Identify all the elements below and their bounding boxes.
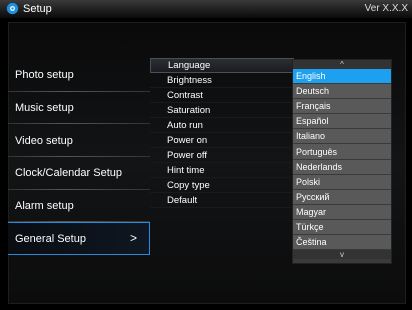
general-setup-submenu: Language Brightness Contrast Saturation … xyxy=(150,58,294,208)
language-option-russian[interactable]: Русский xyxy=(293,189,391,205)
submenu-item-auto-run[interactable]: Auto run xyxy=(150,118,294,133)
chevron-right-icon: > xyxy=(129,231,137,246)
language-option-turkce[interactable]: Türkçe xyxy=(293,219,391,236)
language-dropdown[interactable]: ^ English Deutsch Français Español Itali… xyxy=(292,59,392,264)
submenu-item-power-off[interactable]: Power off xyxy=(150,148,294,163)
submenu-item-language[interactable]: Language xyxy=(150,58,294,73)
scroll-down-icon[interactable]: v xyxy=(293,250,391,260)
menu-item-label: Video setup xyxy=(15,134,73,147)
menu-item-music-setup[interactable]: Music setup xyxy=(8,92,150,125)
title-bar: Setup Ver X.X.X xyxy=(0,0,412,19)
submenu-item-contrast[interactable]: Contrast xyxy=(150,88,294,103)
language-option-nederlands[interactable]: Nederlands xyxy=(293,159,391,175)
menu-item-label: General Setup xyxy=(15,232,86,245)
language-option-polski[interactable]: Polski xyxy=(293,174,391,190)
language-option-deutsch[interactable]: Deutsch xyxy=(293,84,391,100)
language-option-english[interactable]: English xyxy=(293,69,391,85)
menu-item-label: Photo setup xyxy=(15,69,74,82)
menu-item-label: Alarm setup xyxy=(15,200,74,213)
submenu-item-default[interactable]: Default xyxy=(150,193,294,208)
menu-item-general-setup[interactable]: General Setup > xyxy=(8,222,150,256)
menu-item-alarm-setup[interactable]: Alarm setup xyxy=(8,190,150,223)
menu-item-photo-setup[interactable]: Photo setup xyxy=(8,59,150,92)
language-option-italiano[interactable]: Italiano xyxy=(293,129,391,145)
submenu-item-hint-time[interactable]: Hint time xyxy=(150,163,294,178)
menu-item-video-setup[interactable]: Video setup xyxy=(8,124,150,158)
submenu-item-saturation[interactable]: Saturation xyxy=(150,103,294,118)
submenu-item-power-on[interactable]: Power on xyxy=(150,133,294,148)
language-option-portugues[interactable]: Português xyxy=(293,144,391,160)
version-label: Ver X.X.X xyxy=(364,3,408,14)
setup-menu: Photo setup Music setup Video setup Cloc… xyxy=(8,59,150,256)
menu-item-label: Clock/Calendar Setup xyxy=(15,167,123,180)
language-option-espanol[interactable]: Español xyxy=(293,114,391,130)
gear-icon xyxy=(6,2,19,15)
menu-item-clock-calendar-setup[interactable]: Clock/Calendar Setup xyxy=(8,157,150,190)
language-option-francais[interactable]: Français xyxy=(293,99,391,115)
app-title: Setup xyxy=(23,3,52,15)
language-option-magyar[interactable]: Magyar xyxy=(293,204,391,220)
menu-item-label: Music setup xyxy=(15,102,74,115)
language-option-cestina[interactable]: Čeština xyxy=(293,235,391,251)
submenu-item-copy-type[interactable]: Copy type xyxy=(150,178,294,193)
scroll-up-icon[interactable]: ^ xyxy=(293,60,391,69)
submenu-item-brightness[interactable]: Brightness xyxy=(150,73,294,88)
